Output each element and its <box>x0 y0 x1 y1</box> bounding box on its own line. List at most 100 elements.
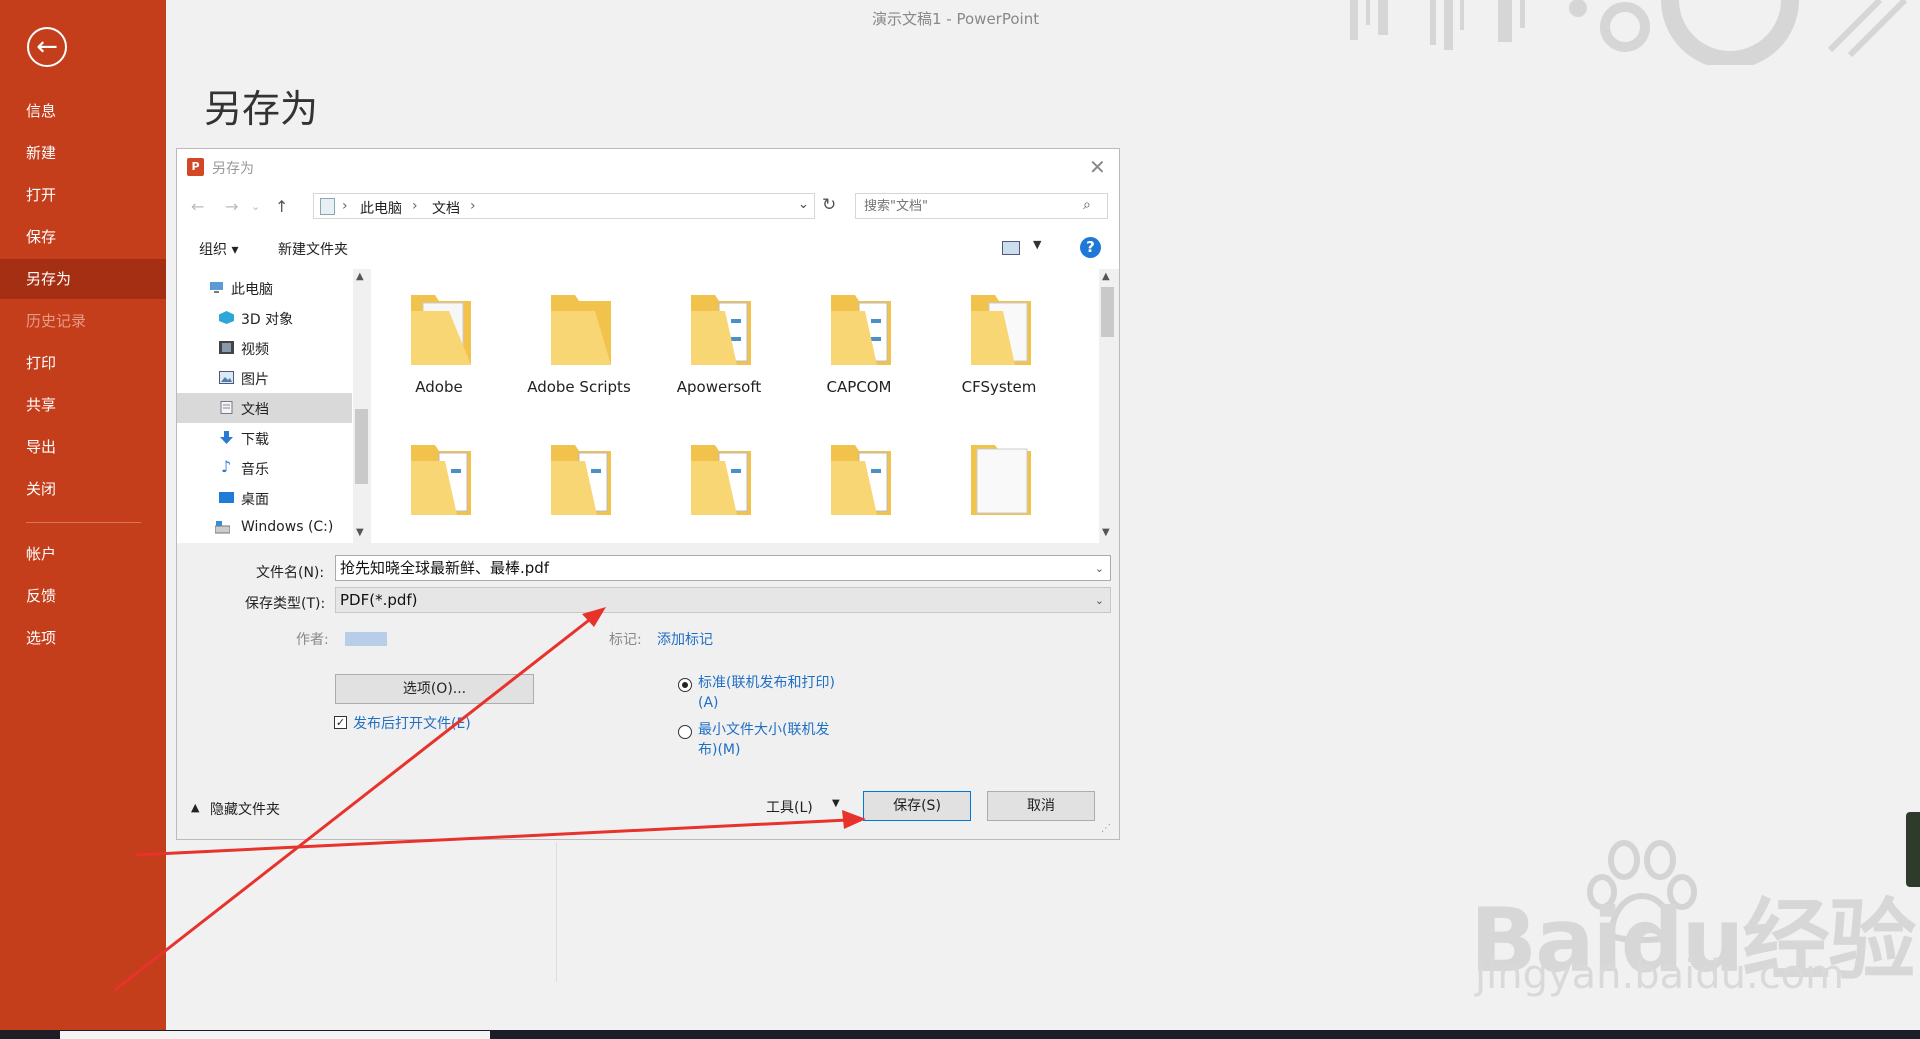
help-icon[interactable]: ? <box>1080 237 1101 258</box>
scroll-up-icon[interactable]: ▲ <box>356 271 364 282</box>
nav-export[interactable]: 导出 <box>0 427 166 467</box>
folder-item[interactable]: Apowersoft <box>659 269 779 399</box>
folder-icon <box>551 295 611 365</box>
folder-item[interactable]: CAPCOM <box>799 269 919 399</box>
radio-minimum-size-label[interactable]: 最小文件大小(联机发 布)(M) <box>698 720 829 760</box>
open-after-publish-label[interactable]: 发布后打开文件(E) <box>353 713 471 733</box>
recent-dropdown-icon[interactable]: ⌄ <box>251 200 260 213</box>
folder-item[interactable]: CFSystem <box>939 269 1059 399</box>
scroll-thumb[interactable] <box>355 409 368 484</box>
nav-pane-scrollbar[interactable]: ▲ ▼ <box>353 269 370 543</box>
file-list-scrollbar[interactable]: ▲ ▼ <box>1099 269 1117 543</box>
view-icon[interactable] <box>1002 241 1020 255</box>
tree-item-this-pc[interactable]: 此电脑 <box>177 273 352 303</box>
nav-close[interactable]: 关闭 <box>0 469 166 509</box>
author-value-redacted[interactable] <box>345 632 387 646</box>
app-title: 演示文稿1 - PowerPoint <box>872 10 1040 28</box>
folder-icon <box>551 445 611 515</box>
video-icon <box>219 341 234 354</box>
scroll-up-icon[interactable]: ▲ <box>1102 271 1110 282</box>
folder-item[interactable] <box>659 419 779 543</box>
add-tags-link[interactable]: 添加标记 <box>657 629 713 649</box>
dialog-toolbar: 组织 ▾ 新建文件夹 ▼ ? <box>177 227 1119 270</box>
side-gauge <box>1906 812 1920 887</box>
chevron-up-icon[interactable]: ▲ <box>191 801 199 814</box>
radio-minimum-size[interactable] <box>678 725 692 739</box>
chevron-down-icon[interactable]: ⌄ <box>1095 589 1104 613</box>
tree-item-desktop[interactable]: 桌面 <box>177 483 352 513</box>
back-icon[interactable]: ← <box>191 197 204 216</box>
search-icon[interactable]: ⌕ <box>1083 197 1091 213</box>
folder-item[interactable]: Adobe Scripts <box>519 269 639 399</box>
tree-item-3d-objects[interactable]: 3D 对象 <box>177 303 352 333</box>
radio-standard[interactable] <box>678 678 692 692</box>
tools-dropdown-icon[interactable]: ▼ <box>832 798 840 809</box>
author-label: 作者: <box>296 632 329 648</box>
folder-icon <box>411 445 471 515</box>
nav-open[interactable]: 打开 <box>0 175 166 215</box>
breadcrumb-this-pc[interactable]: 此电脑 <box>360 198 402 218</box>
folder-icon <box>831 295 891 365</box>
nav-history[interactable]: 历史记录 <box>0 301 166 341</box>
nav-save-as[interactable]: 另存为 <box>0 259 166 299</box>
radio-standard-label[interactable]: 标准(联机发布和打印) (A) <box>698 673 835 713</box>
folder-item[interactable] <box>519 419 639 543</box>
search-input[interactable] <box>855 193 1108 219</box>
nav-info[interactable]: 信息 <box>0 91 166 131</box>
chevron-right-icon[interactable]: › <box>342 198 348 214</box>
folder-item[interactable] <box>799 419 919 543</box>
nav-divider <box>26 522 141 523</box>
save-button[interactable]: 保存(S) <box>863 791 971 821</box>
cancel-button[interactable]: 取消 <box>987 791 1095 821</box>
up-icon[interactable]: ↑ <box>275 197 288 216</box>
chevron-right-icon[interactable]: › <box>412 198 418 214</box>
chevron-right-icon[interactable]: › <box>470 198 476 214</box>
tree-item-downloads[interactable]: 下载 <box>177 423 352 453</box>
address-bar[interactable]: › 此电脑 › 文档 › ⌄ <box>313 193 815 219</box>
folder-item[interactable] <box>379 419 499 543</box>
options-button[interactable]: 选项(O)... <box>335 674 534 704</box>
filetype-select[interactable]: PDF(*.pdf) ⌄ <box>335 587 1111 613</box>
tree-item-videos[interactable]: 视频 <box>177 333 352 363</box>
panel-divider <box>556 842 557 982</box>
file-list: Adobe Adobe Scripts Apowersoft CAPCOM CF… <box>371 269 1099 543</box>
tree-item-music[interactable]: ♪ 音乐 <box>177 453 352 483</box>
powerpoint-icon: P <box>187 158 204 176</box>
hide-folders-button[interactable]: 隐藏文件夹 <box>210 799 280 819</box>
tools-button[interactable]: 工具(L) <box>766 797 813 817</box>
scroll-thumb[interactable] <box>1101 287 1114 337</box>
computer-icon <box>210 282 223 293</box>
folder-icon <box>971 445 1031 515</box>
refresh-icon[interactable]: ↻ <box>822 195 836 215</box>
scroll-down-icon[interactable]: ▼ <box>1102 527 1110 538</box>
organize-button[interactable]: 组织 ▾ <box>199 239 238 259</box>
nav-new[interactable]: 新建 <box>0 133 166 173</box>
tree-item-windows-c[interactable]: Windows (C:) <box>177 513 352 543</box>
nav-share[interactable]: 共享 <box>0 385 166 425</box>
nav-save[interactable]: 保存 <box>0 217 166 257</box>
resize-grip-icon[interactable]: ⋰ <box>1101 823 1111 834</box>
nav-feedback[interactable]: 反馈 <box>0 576 166 616</box>
picture-icon <box>219 371 234 384</box>
filename-input[interactable]: 抢先知晓全球最新鲜、最棒.pdf ⌄ <box>335 555 1111 581</box>
tree-item-pictures[interactable]: 图片 <box>177 363 352 393</box>
folder-item[interactable]: Adobe <box>379 269 499 399</box>
dialog-titlebar: P 另存为 ✕ <box>177 149 1119 185</box>
new-folder-button[interactable]: 新建文件夹 <box>278 239 348 259</box>
chevron-down-icon[interactable]: ▼ <box>1033 238 1041 251</box>
folder-item[interactable] <box>939 419 1059 543</box>
open-after-publish-checkbox[interactable]: ✓ <box>334 716 347 729</box>
close-icon[interactable]: ✕ <box>1089 155 1106 179</box>
nav-options[interactable]: 选项 <box>0 618 166 658</box>
tags-label: 标记: <box>609 632 642 648</box>
desktop-icon <box>219 492 234 503</box>
nav-print[interactable]: 打印 <box>0 343 166 383</box>
tree-item-documents[interactable]: 文档 <box>177 393 352 423</box>
forward-icon[interactable]: → <box>225 197 238 216</box>
nav-account[interactable]: 帐户 <box>0 534 166 574</box>
breadcrumb-documents[interactable]: 文档 <box>432 198 460 218</box>
back-arrow-icon[interactable]: ← <box>27 27 67 67</box>
chevron-down-icon[interactable]: ⌄ <box>798 197 809 212</box>
scroll-down-icon[interactable]: ▼ <box>356 527 364 538</box>
chevron-down-icon[interactable]: ⌄ <box>1095 557 1104 581</box>
